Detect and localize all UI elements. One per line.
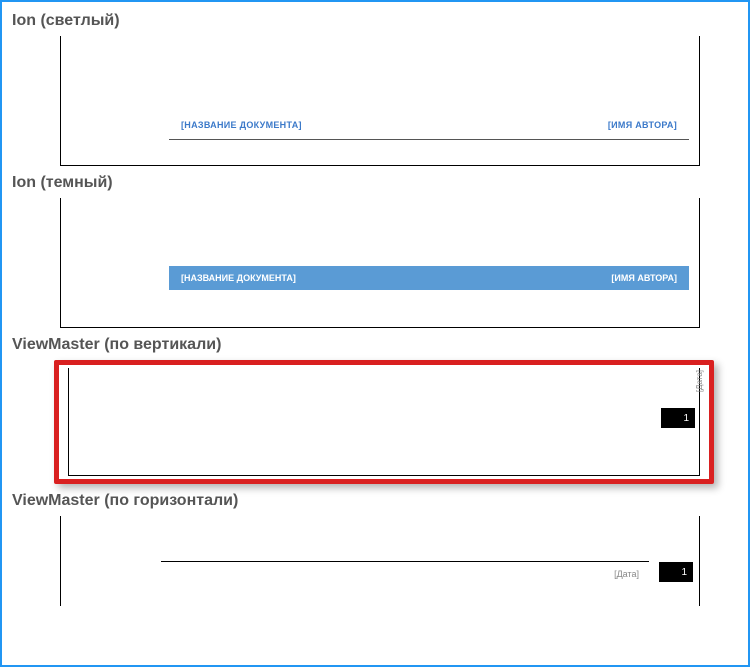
template-item-viewmaster-horizontal[interactable]: ViewMaster (по горизонтали) [Дата] 1 <box>12 492 738 606</box>
template-item-ion-dark[interactable]: Ion (темный) [НАЗВАНИЕ ДОКУМЕНТА] [ИМЯ А… <box>12 174 738 328</box>
author-name-placeholder: [ИМЯ АВТОРА] <box>611 273 677 283</box>
template-item-ion-light[interactable]: Ion (светлый) [НАЗВАНИЕ ДОКУМЕНТА] [ИМЯ … <box>12 12 738 166</box>
footer-bar: [НАЗВАНИЕ ДОКУМЕНТА] [ИМЯ АВТОРА] <box>169 114 689 136</box>
template-preview-viewmaster-horizontal: [Дата] 1 <box>60 516 700 606</box>
page-number-badge: 1 <box>659 562 693 582</box>
template-label: Ion (темный) <box>12 174 738 192</box>
template-label: ViewMaster (по горизонтали) <box>12 492 738 510</box>
author-name-placeholder: [ИМЯ АВТОРА] <box>608 120 677 130</box>
template-preview-ion-dark: [НАЗВАНИЕ ДОКУМЕНТА] [ИМЯ АВТОРА] <box>60 198 700 328</box>
template-label: ViewMaster (по вертикали) <box>12 336 738 354</box>
template-preview-ion-light: [НАЗВАНИЕ ДОКУМЕНТА] [ИМЯ АВТОРА] <box>60 36 700 166</box>
footer-bar: [НАЗВАНИЕ ДОКУМЕНТА] [ИМЯ АВТОРА] <box>169 266 689 290</box>
selection-highlight <box>54 360 714 484</box>
template-item-viewmaster-vertical[interactable]: ViewMaster (по вертикали) [Дата] 1 <box>12 336 738 484</box>
document-title-placeholder: [НАЗВАНИЕ ДОКУМЕНТА] <box>181 120 302 130</box>
document-title-placeholder: [НАЗВАНИЕ ДОКУМЕНТА] <box>181 273 296 283</box>
date-placeholder: [Дата] <box>614 569 639 579</box>
template-label: Ion (светлый) <box>12 12 738 30</box>
divider-line <box>161 561 649 562</box>
